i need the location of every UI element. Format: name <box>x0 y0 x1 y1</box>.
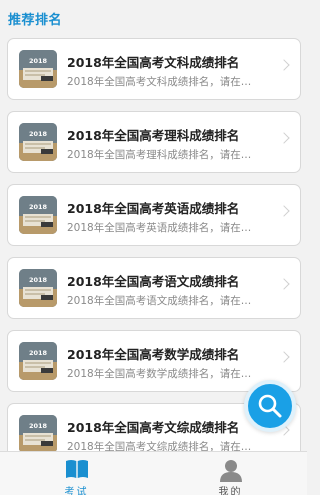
chevron-right-icon <box>278 59 290 71</box>
chevron-right-icon <box>278 205 290 217</box>
card-description: 2018年全国高考英语成绩排名，请在… <box>67 222 252 234</box>
card-title: 2018年全国高考英语成绩排名 <box>67 201 240 216</box>
app-screen: 推荐排名 2018 2018年全国高考文科成绩排名 2018年全国高考文科成绩排… <box>0 0 307 495</box>
thumbnail-year-text: 2018 <box>29 349 48 357</box>
tab-label: 考试 <box>64 487 89 495</box>
card-title: 2018年全国高考数学成绩排名 <box>67 347 240 362</box>
thumbnail-image: 2018 <box>19 269 57 307</box>
user-icon <box>220 460 242 482</box>
search-icon <box>258 394 282 418</box>
thumbnail-image: 2018 <box>19 50 57 88</box>
chevron-right-icon <box>278 132 290 144</box>
thumbnail-image: 2018 <box>19 415 57 453</box>
card-description: 2018年全国高考语文成绩排名，请在… <box>67 295 252 307</box>
card-description: 2018年全国高考文科成绩排名，请在… <box>67 76 252 88</box>
thumbnail-image: 2018 <box>19 196 57 234</box>
card-description: 2018年全国高考理科成绩排名，请在… <box>67 149 252 161</box>
card-description: 2018年全国高考数学成绩排名，请在… <box>67 368 252 380</box>
ranking-card-english[interactable]: 2018 2018年全国高考英语成绩排名 2018年全国高考英语成绩排名，请在… <box>7 184 301 246</box>
book-icon <box>66 460 88 478</box>
card-title: 2018年全国高考理科成绩排名 <box>67 128 240 143</box>
chevron-right-icon <box>278 351 290 363</box>
tab-exam[interactable]: 考试 <box>0 452 153 495</box>
ranking-card-like[interactable]: 2018 2018年全国高考理科成绩排名 2018年全国高考理科成绩排名，请在… <box>7 111 301 173</box>
thumbnail-year-text: 2018 <box>29 203 48 211</box>
thumbnail-year-text: 2018 <box>29 422 48 430</box>
thumbnail-year-text: 2018 <box>29 130 48 138</box>
card-title: 2018年全国高考文科成绩排名 <box>67 55 240 70</box>
chevron-right-icon <box>278 278 290 290</box>
card-title: 2018年全国高考文综成绩排名 <box>67 420 240 435</box>
tab-mine[interactable]: 我的 <box>154 452 307 495</box>
section-title: 推荐排名 <box>8 13 63 28</box>
bottom-tab-bar: 考试 我的 <box>0 451 307 495</box>
ranking-card-wenke[interactable]: 2018 2018年全国高考文科成绩排名 2018年全国高考文科成绩排名，请在… <box>7 38 301 100</box>
search-button[interactable] <box>244 380 296 432</box>
ranking-card-chinese[interactable]: 2018 2018年全国高考语文成绩排名 2018年全国高考语文成绩排名，请在… <box>7 257 301 319</box>
thumbnail-image: 2018 <box>19 342 57 380</box>
thumbnail-image: 2018 <box>19 123 57 161</box>
thumbnail-year-text: 2018 <box>29 276 48 284</box>
tab-label: 我的 <box>218 487 243 495</box>
card-title: 2018年全国高考语文成绩排名 <box>67 274 240 289</box>
thumbnail-year-text: 2018 <box>29 57 48 65</box>
